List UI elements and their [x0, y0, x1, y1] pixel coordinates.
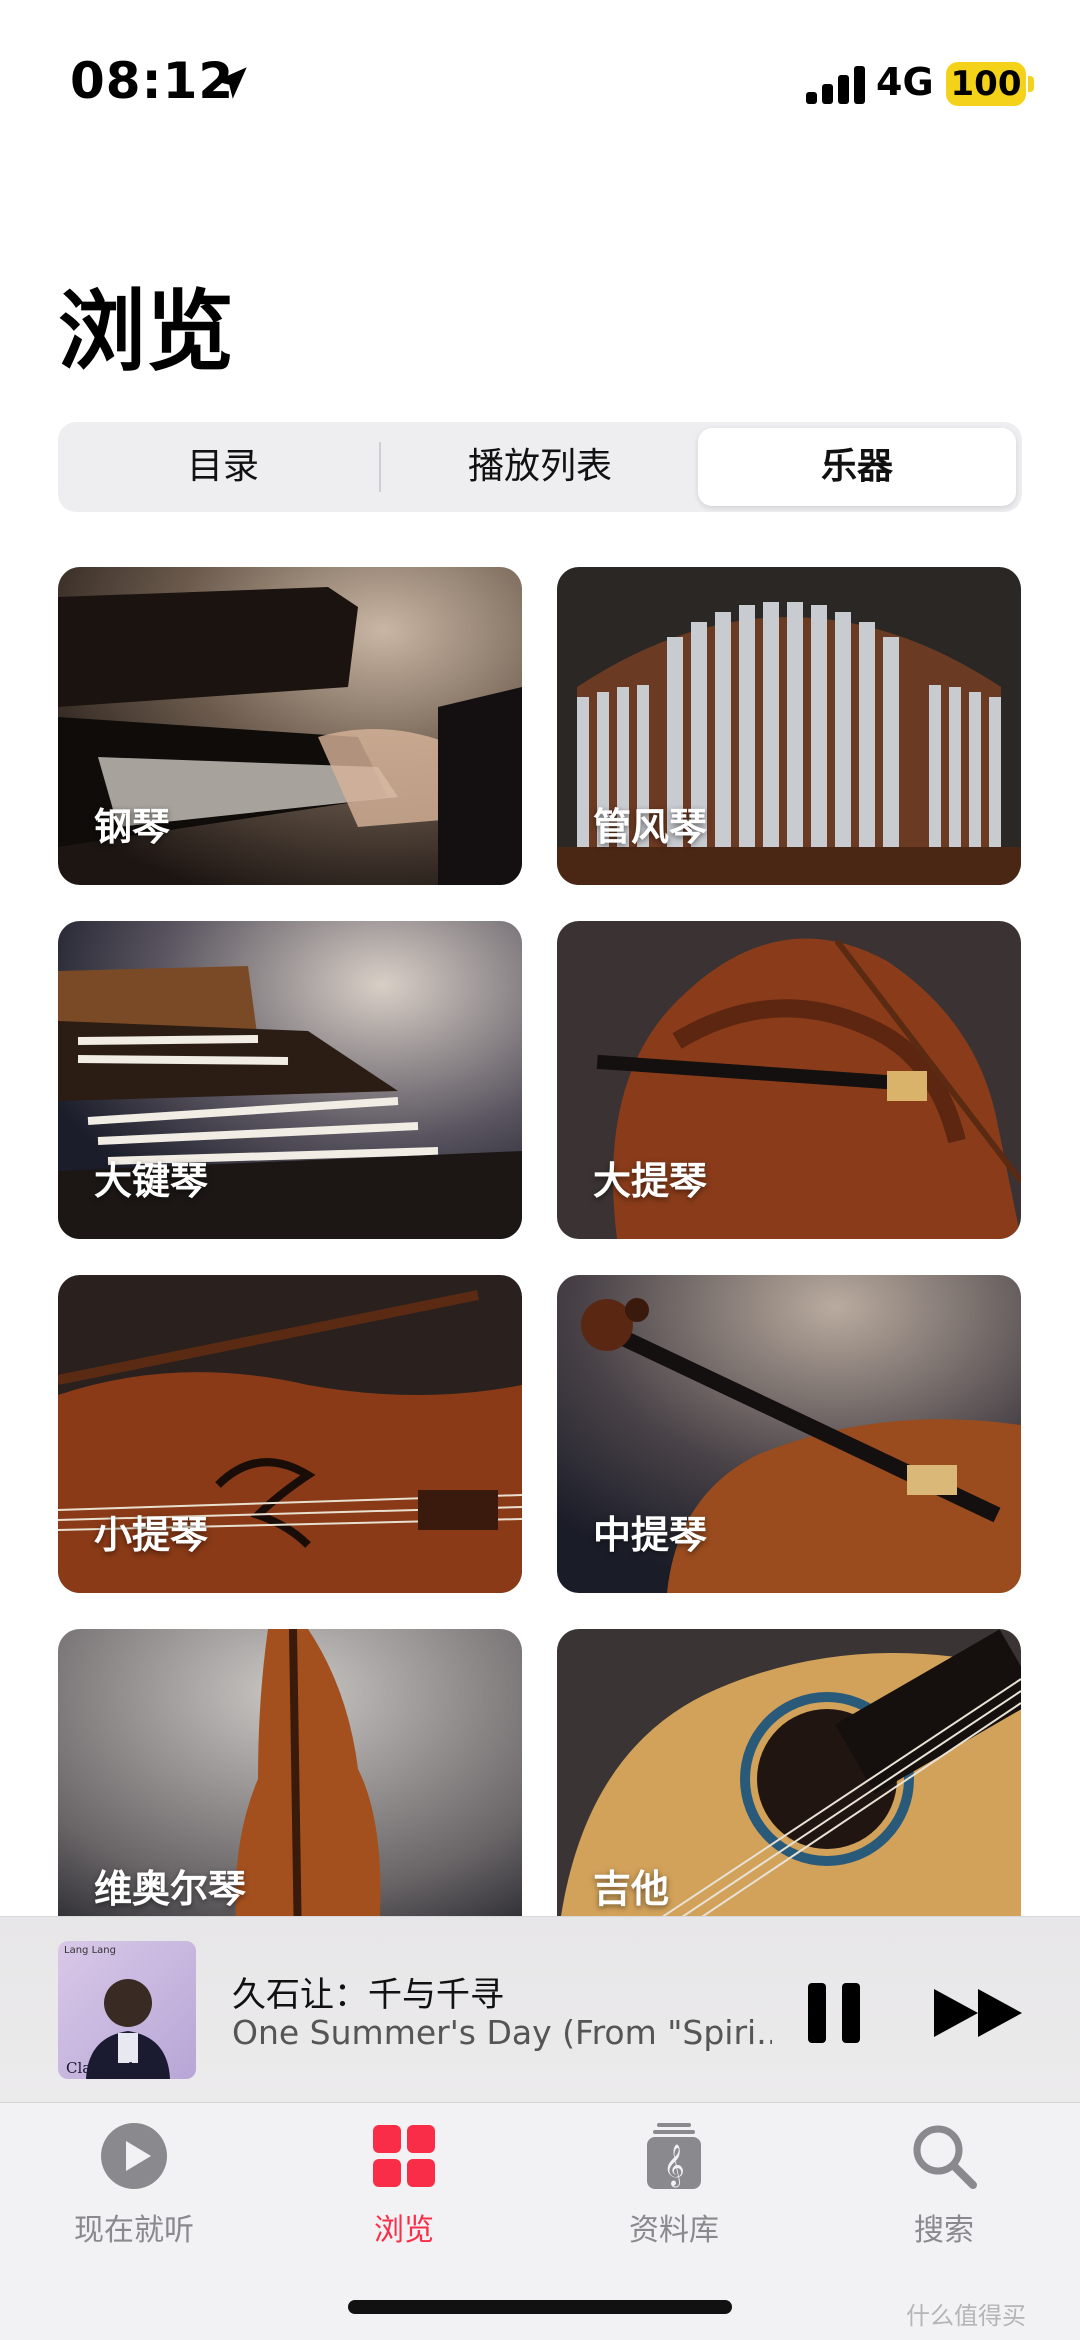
segmented-control: 目录 播放列表 乐器: [58, 422, 1022, 512]
tile-label: 小提琴: [94, 1513, 209, 1557]
tile-piano[interactable]: 钢琴: [58, 567, 522, 885]
tile-label: 维奥尔琴: [94, 1867, 247, 1911]
tab-label: 搜索: [914, 2213, 974, 2248]
svg-text:𝄞: 𝄞: [663, 2144, 684, 2187]
segment-playlists[interactable]: 播放列表: [381, 428, 699, 506]
tile-label: 大提琴: [593, 1159, 708, 1203]
search-icon: [913, 2125, 977, 2189]
album-artwork[interactable]: Lang Lang Classical Session: [58, 1941, 196, 2079]
segment-catalog[interactable]: 目录: [64, 428, 382, 506]
grid-icon: [373, 2125, 435, 2187]
tile-harpsichord[interactable]: 大键琴: [58, 921, 522, 1239]
home-indicator: [348, 2300, 732, 2314]
tile-label: 吉他: [593, 1867, 670, 1911]
library-icon: 𝄞: [647, 2123, 701, 2189]
status-bar: 08:12 4G 100: [0, 0, 1080, 170]
tile-cello[interactable]: 大提琴: [557, 921, 1021, 1239]
watermark: 什么值得买: [906, 2302, 1026, 2330]
tile-label: 中提琴: [593, 1513, 708, 1557]
tile-guitar[interactable]: 吉他: [557, 1629, 1021, 1947]
battery-tip: [1028, 76, 1034, 92]
tab-library[interactable]: 𝄞 资料库: [574, 2121, 774, 2261]
play-circle-icon: [101, 2123, 167, 2189]
tab-label: 浏览: [374, 2213, 434, 2248]
tab-label: 资料库: [629, 2213, 719, 2248]
signal-strength-icon: [806, 66, 866, 104]
album-artist-text: Lang Lang: [64, 1945, 116, 1956]
album-series-text: Classical Session: [66, 2059, 134, 2079]
tile-label: 大键琴: [94, 1159, 209, 1203]
tile-label: 管风琴: [593, 805, 708, 849]
tile-organ[interactable]: 管风琴: [557, 567, 1021, 885]
tab-listen-now[interactable]: 现在就听: [34, 2121, 234, 2261]
battery-icon: 100: [946, 62, 1026, 106]
segment-instruments[interactable]: 乐器: [698, 428, 1016, 506]
network-type: 4G: [876, 60, 934, 104]
mini-player[interactable]: Lang Lang Classical Session 久石让：千与千寻 One…: [0, 1916, 1080, 2103]
tile-violin[interactable]: 小提琴: [58, 1275, 522, 1593]
tab-browse[interactable]: 浏览: [304, 2121, 504, 2261]
pause-button[interactable]: [806, 1981, 862, 2045]
tile-viol[interactable]: 维奥尔琴: [58, 1629, 522, 1947]
location-arrow-icon: [215, 67, 247, 99]
tile-viola[interactable]: 中提琴: [557, 1275, 1021, 1593]
tile-label: 钢琴: [94, 805, 171, 849]
now-playing-subtitle: One Summer's Day (From "Spiri...: [232, 2013, 772, 2052]
page-title: 浏览: [58, 280, 235, 383]
tab-label: 现在就听: [74, 2213, 194, 2248]
tab-search[interactable]: 搜索: [844, 2121, 1044, 2261]
now-playing-title: 久石让：千与千寻: [232, 1975, 504, 2015]
next-track-button[interactable]: [934, 1987, 1024, 2039]
